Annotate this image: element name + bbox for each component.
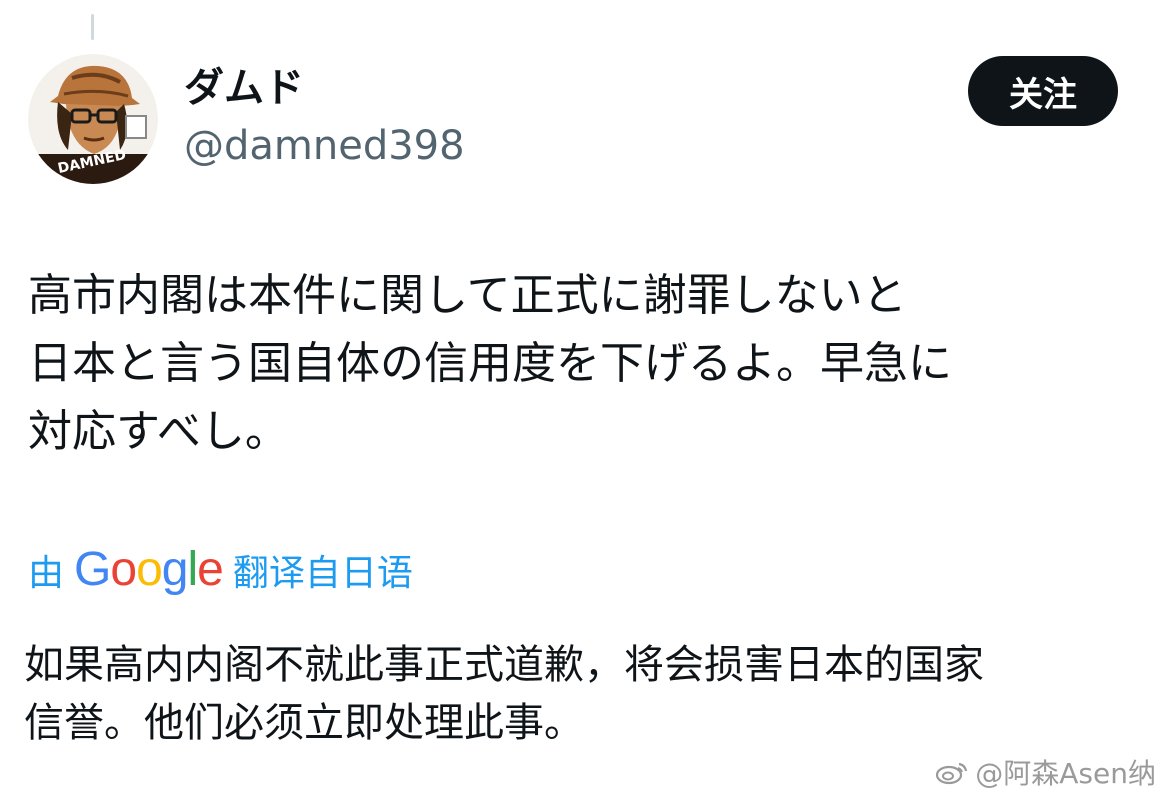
tweet-text-line: 高市内閣は本件に関して正式に謝罪しないと: [28, 270, 907, 321]
google-logo-letter: G: [74, 543, 111, 596]
google-logo-letter: e: [197, 543, 224, 596]
google-logo-letter: l: [187, 543, 198, 596]
follow-button-label: 关注: [1009, 74, 1077, 115]
display-name[interactable]: ダムド: [184, 60, 304, 116]
google-logo-letter: g: [161, 543, 189, 596]
avatar[interactable]: DAMNED: [28, 54, 158, 184]
translated-text: 如果高内内阁不就此事正式道歉，将会损害日本的国家 信誉。他们必须立即处理此事。: [24, 636, 1124, 752]
translated-text-line: 如果高内内阁不就此事正式道歉，将会损害日本的国家: [24, 642, 984, 688]
tweet-text: 高市内閣は本件に関して正式に謝罪しないと 日本と言う国自体の信用度を下げるよ。早…: [28, 262, 1128, 466]
tweet-text-line: 対応すべし。: [28, 406, 289, 457]
google-logo-letter: o: [110, 543, 137, 596]
translation-attribution[interactable]: 由 Google 翻译自日语: [28, 540, 413, 600]
translation-prefix: 由: [28, 553, 65, 594]
tweet-page: DAMNED ダムド @damned398 关注 高市内閣は本件に関して正式に謝…: [0, 0, 1170, 798]
thread-connector-line: [91, 14, 94, 40]
google-logo-letter: o: [136, 543, 163, 596]
follow-button[interactable]: 关注: [968, 56, 1118, 126]
user-handle[interactable]: @damned398: [184, 118, 465, 174]
translated-text-line: 信誉。他们必须立即处理此事。: [24, 700, 584, 746]
weibo-watermark: @阿森Asen纳: [935, 752, 1156, 792]
weibo-logo-icon: [936, 762, 968, 785]
translation-suffix: 翻译自日语: [232, 553, 413, 594]
tweet-text-line: 日本と言う国自体の信用度を下げるよ。早急に: [28, 338, 952, 389]
watermark-text: @阿森Asen纳: [975, 757, 1156, 790]
google-logo: Google: [74, 540, 224, 600]
